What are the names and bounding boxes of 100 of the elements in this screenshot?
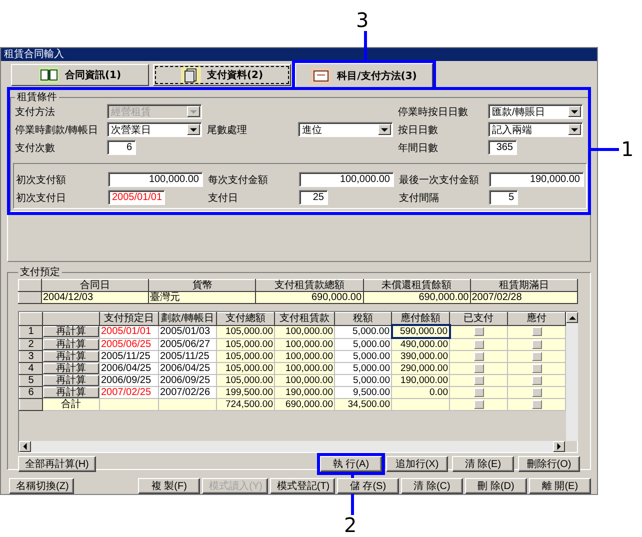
checkbox[interactable]: [474, 388, 484, 397]
checkbox[interactable]: [474, 352, 484, 361]
table-cell: 690,000.00: [363, 292, 470, 304]
action-button[interactable]: 刪除行(O): [518, 456, 580, 472]
checkbox[interactable]: [532, 376, 542, 385]
checkbox[interactable]: [532, 352, 542, 361]
scrollbar[interactable]: [19, 441, 565, 452]
tab[interactable]: 科目/支付方法(3): [295, 63, 433, 87]
checkbox[interactable]: [474, 400, 484, 409]
checkbox[interactable]: [474, 364, 484, 373]
row-header: 5: [20, 374, 42, 386]
table-cell: 5,000.00: [334, 350, 392, 362]
table-cell[interactable]: 590,000.00: [392, 325, 450, 338]
recalculate-button[interactable]: 再計算: [43, 387, 99, 398]
action-button[interactable]: 追加行(X): [386, 456, 448, 472]
action-button[interactable]: 執 行(A): [320, 456, 382, 472]
row-header: 2: [20, 338, 42, 350]
column-header: 劃款/轉帳日: [158, 312, 216, 325]
action-button[interactable]: 清 除(E): [452, 456, 514, 472]
action-button[interactable]: 模式登記(T): [270, 478, 336, 494]
table-cell: 199,500.00: [216, 386, 274, 398]
input-field[interactable]: 190,000.00: [489, 172, 584, 187]
row-header: 3: [20, 350, 42, 362]
window-title: 租賃合同輸入: [1, 48, 597, 61]
row-header: 4: [20, 362, 42, 374]
left-arrow-icon: [23, 443, 27, 450]
recalculate-button[interactable]: 再計算: [43, 338, 99, 350]
dropdown-arrow-icon: [571, 128, 578, 132]
checkbox[interactable]: [474, 340, 484, 349]
table-cell: 105,000.00: [216, 338, 274, 350]
dropdown[interactable]: 進位: [298, 122, 393, 137]
field-label: 年間日數: [398, 142, 439, 154]
callout-number: 2: [344, 515, 357, 535]
card-icon: [311, 68, 332, 84]
checkbox[interactable]: [474, 326, 484, 336]
tab[interactable]: 支付資料(2): [153, 64, 291, 86]
action-button[interactable]: 複 製(F): [138, 478, 200, 494]
recalculate-button[interactable]: 再計算: [43, 351, 99, 362]
tab[interactable]: 合同資訊(1): [11, 64, 149, 86]
column-header: 貨幣: [148, 280, 256, 292]
action-button[interactable]: 刪 除(D): [465, 478, 528, 494]
input-field[interactable]: 100,000.00: [108, 172, 203, 187]
rename-button[interactable]: 名稱切換(Z): [9, 478, 74, 494]
column-header: 已支付: [450, 312, 508, 325]
row-header: [18, 292, 42, 304]
table-cell: 臺灣元: [148, 292, 256, 304]
checkbox[interactable]: [532, 364, 542, 373]
action-button[interactable]: 儲 存(S): [337, 478, 400, 494]
callout-line: [591, 148, 619, 151]
input-field[interactable]: 25: [299, 190, 328, 205]
column-header: 稅額: [334, 312, 392, 325]
dropdown-arrow-icon: [381, 128, 388, 132]
table-cell: 2006/09/25: [158, 374, 216, 386]
table-cell[interactable]: 490,000.00: [392, 338, 450, 350]
dropdown[interactable]: 匯款/轉賬日: [488, 104, 583, 119]
checkbox[interactable]: [532, 326, 542, 336]
table-cell: 5,000.00: [334, 362, 392, 374]
table-cell: 5,000.00: [334, 374, 392, 386]
field-label: 初次支付日: [16, 192, 67, 204]
checkbox[interactable]: [474, 376, 484, 385]
table-cell: 2004/12/03: [42, 292, 149, 304]
table-cell[interactable]: 390,000.00: [392, 350, 450, 362]
table-cell: 100,000.00: [274, 350, 334, 362]
dropdown[interactable]: 次營業日: [107, 122, 202, 137]
input-field[interactable]: 2005/01/01: [108, 190, 165, 205]
recalculate-all-button[interactable]: 全部再計算(H): [18, 456, 96, 472]
recalculate-button[interactable]: 再計算: [43, 375, 99, 386]
input-field[interactable]: 365: [488, 140, 517, 155]
table-cell[interactable]: 0.00: [392, 386, 450, 398]
input-field[interactable]: 5: [489, 190, 518, 205]
input-field[interactable]: 100,000.00: [299, 172, 394, 187]
scrollbar[interactable]: [566, 312, 578, 441]
field-label: 支付日: [208, 192, 239, 204]
recalculate-button[interactable]: 再計算: [43, 326, 99, 337]
group-title: 支付預定: [19, 266, 61, 279]
callout-frame: [317, 453, 385, 475]
dropdown-arrow-icon: [190, 128, 197, 132]
table-cell: 9,500.00: [334, 386, 392, 398]
dropdown-arrow-icon: [571, 110, 578, 114]
column-header: 支付總額: [216, 312, 274, 325]
checkbox[interactable]: [532, 400, 542, 409]
action-button[interactable]: 清 除(C): [401, 478, 464, 494]
column-header: 支付預定日: [100, 312, 158, 325]
table-cell: 2006/09/25: [100, 374, 158, 386]
table-cell[interactable]: 190,000.00: [392, 374, 450, 386]
checkbox[interactable]: [532, 388, 542, 397]
table-cell: 690,000.00: [256, 292, 364, 304]
checkbox[interactable]: [532, 340, 542, 349]
row-header: 1: [20, 325, 42, 338]
input-field[interactable]: 6: [107, 140, 136, 155]
table-cell: 2005/06/25: [100, 338, 158, 350]
document-icon: [180, 67, 201, 83]
table-cell[interactable]: 290,000.00: [392, 362, 450, 374]
callout-number: 3: [356, 10, 369, 30]
action-button[interactable]: 離 開(E): [529, 478, 592, 494]
dropdown[interactable]: 記入兩端: [488, 122, 583, 137]
table-cell: 2006/04/25: [158, 362, 216, 374]
table-cell: 105,000.00: [216, 325, 274, 338]
recalculate-button[interactable]: 再計算: [43, 363, 99, 374]
table-cell: 2007/02/28: [470, 292, 578, 304]
